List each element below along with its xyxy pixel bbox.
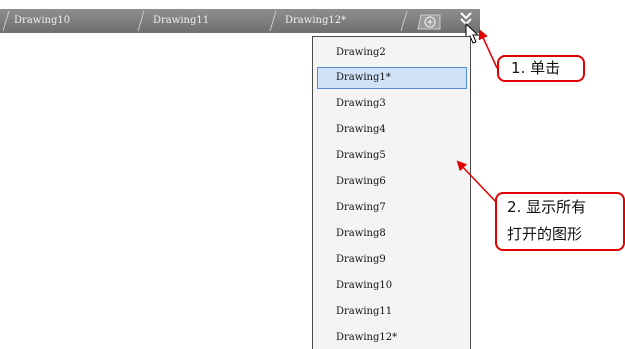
tab-drawing12[interactable]: Drawing12* [285,9,346,33]
file-tab-strip: Drawing10 Drawing11 Drawing12* [0,9,480,33]
new-tab-button[interactable] [416,14,442,30]
tab-drawing10[interactable]: Drawing10 [14,9,70,33]
menu-item-drawing6[interactable]: Drawing6 [317,171,467,193]
menu-item-drawing4[interactable]: Drawing4 [317,119,467,141]
callout-step1: 1. 单击 [497,55,585,82]
callout-step2-line1: 2. 显示所有 [507,198,587,216]
menu-item-drawing7[interactable]: Drawing7 [317,197,467,219]
tab-separator [137,11,145,31]
tab-separator [400,11,408,31]
arrow-step1 [478,29,498,69]
callout-step1-text: 1. 单击 [511,59,561,77]
tab-drawing11[interactable]: Drawing11 [153,9,209,33]
menu-item-drawing5[interactable]: Drawing5 [317,145,467,167]
menu-item-drawing2[interactable]: Drawing2 [317,42,467,64]
menu-item-drawing11[interactable]: Drawing11 [317,301,467,323]
menu-item-drawing12[interactable]: Drawing12* [317,327,467,349]
tab-separator [2,11,10,31]
callout-step2-line2: 打开的图形 [507,225,583,243]
open-drawings-menu: Drawing2 Drawing1* Drawing3 Drawing4 Dra… [312,36,471,349]
new-tab-icon [417,14,441,30]
menu-item-drawing8[interactable]: Drawing8 [317,223,467,245]
menu-item-drawing1-selected[interactable]: Drawing1* [317,67,467,89]
callout-step2: 2. 显示所有 打开的图形 [495,192,625,251]
menu-item-drawing9[interactable]: Drawing9 [317,249,467,271]
open-drawings-dropdown-button[interactable] [458,10,476,32]
menu-item-drawing3[interactable]: Drawing3 [317,93,467,115]
double-chevron-down-icon [460,12,472,26]
menu-item-drawing10[interactable]: Drawing10 [317,275,467,297]
tab-separator [269,11,277,31]
